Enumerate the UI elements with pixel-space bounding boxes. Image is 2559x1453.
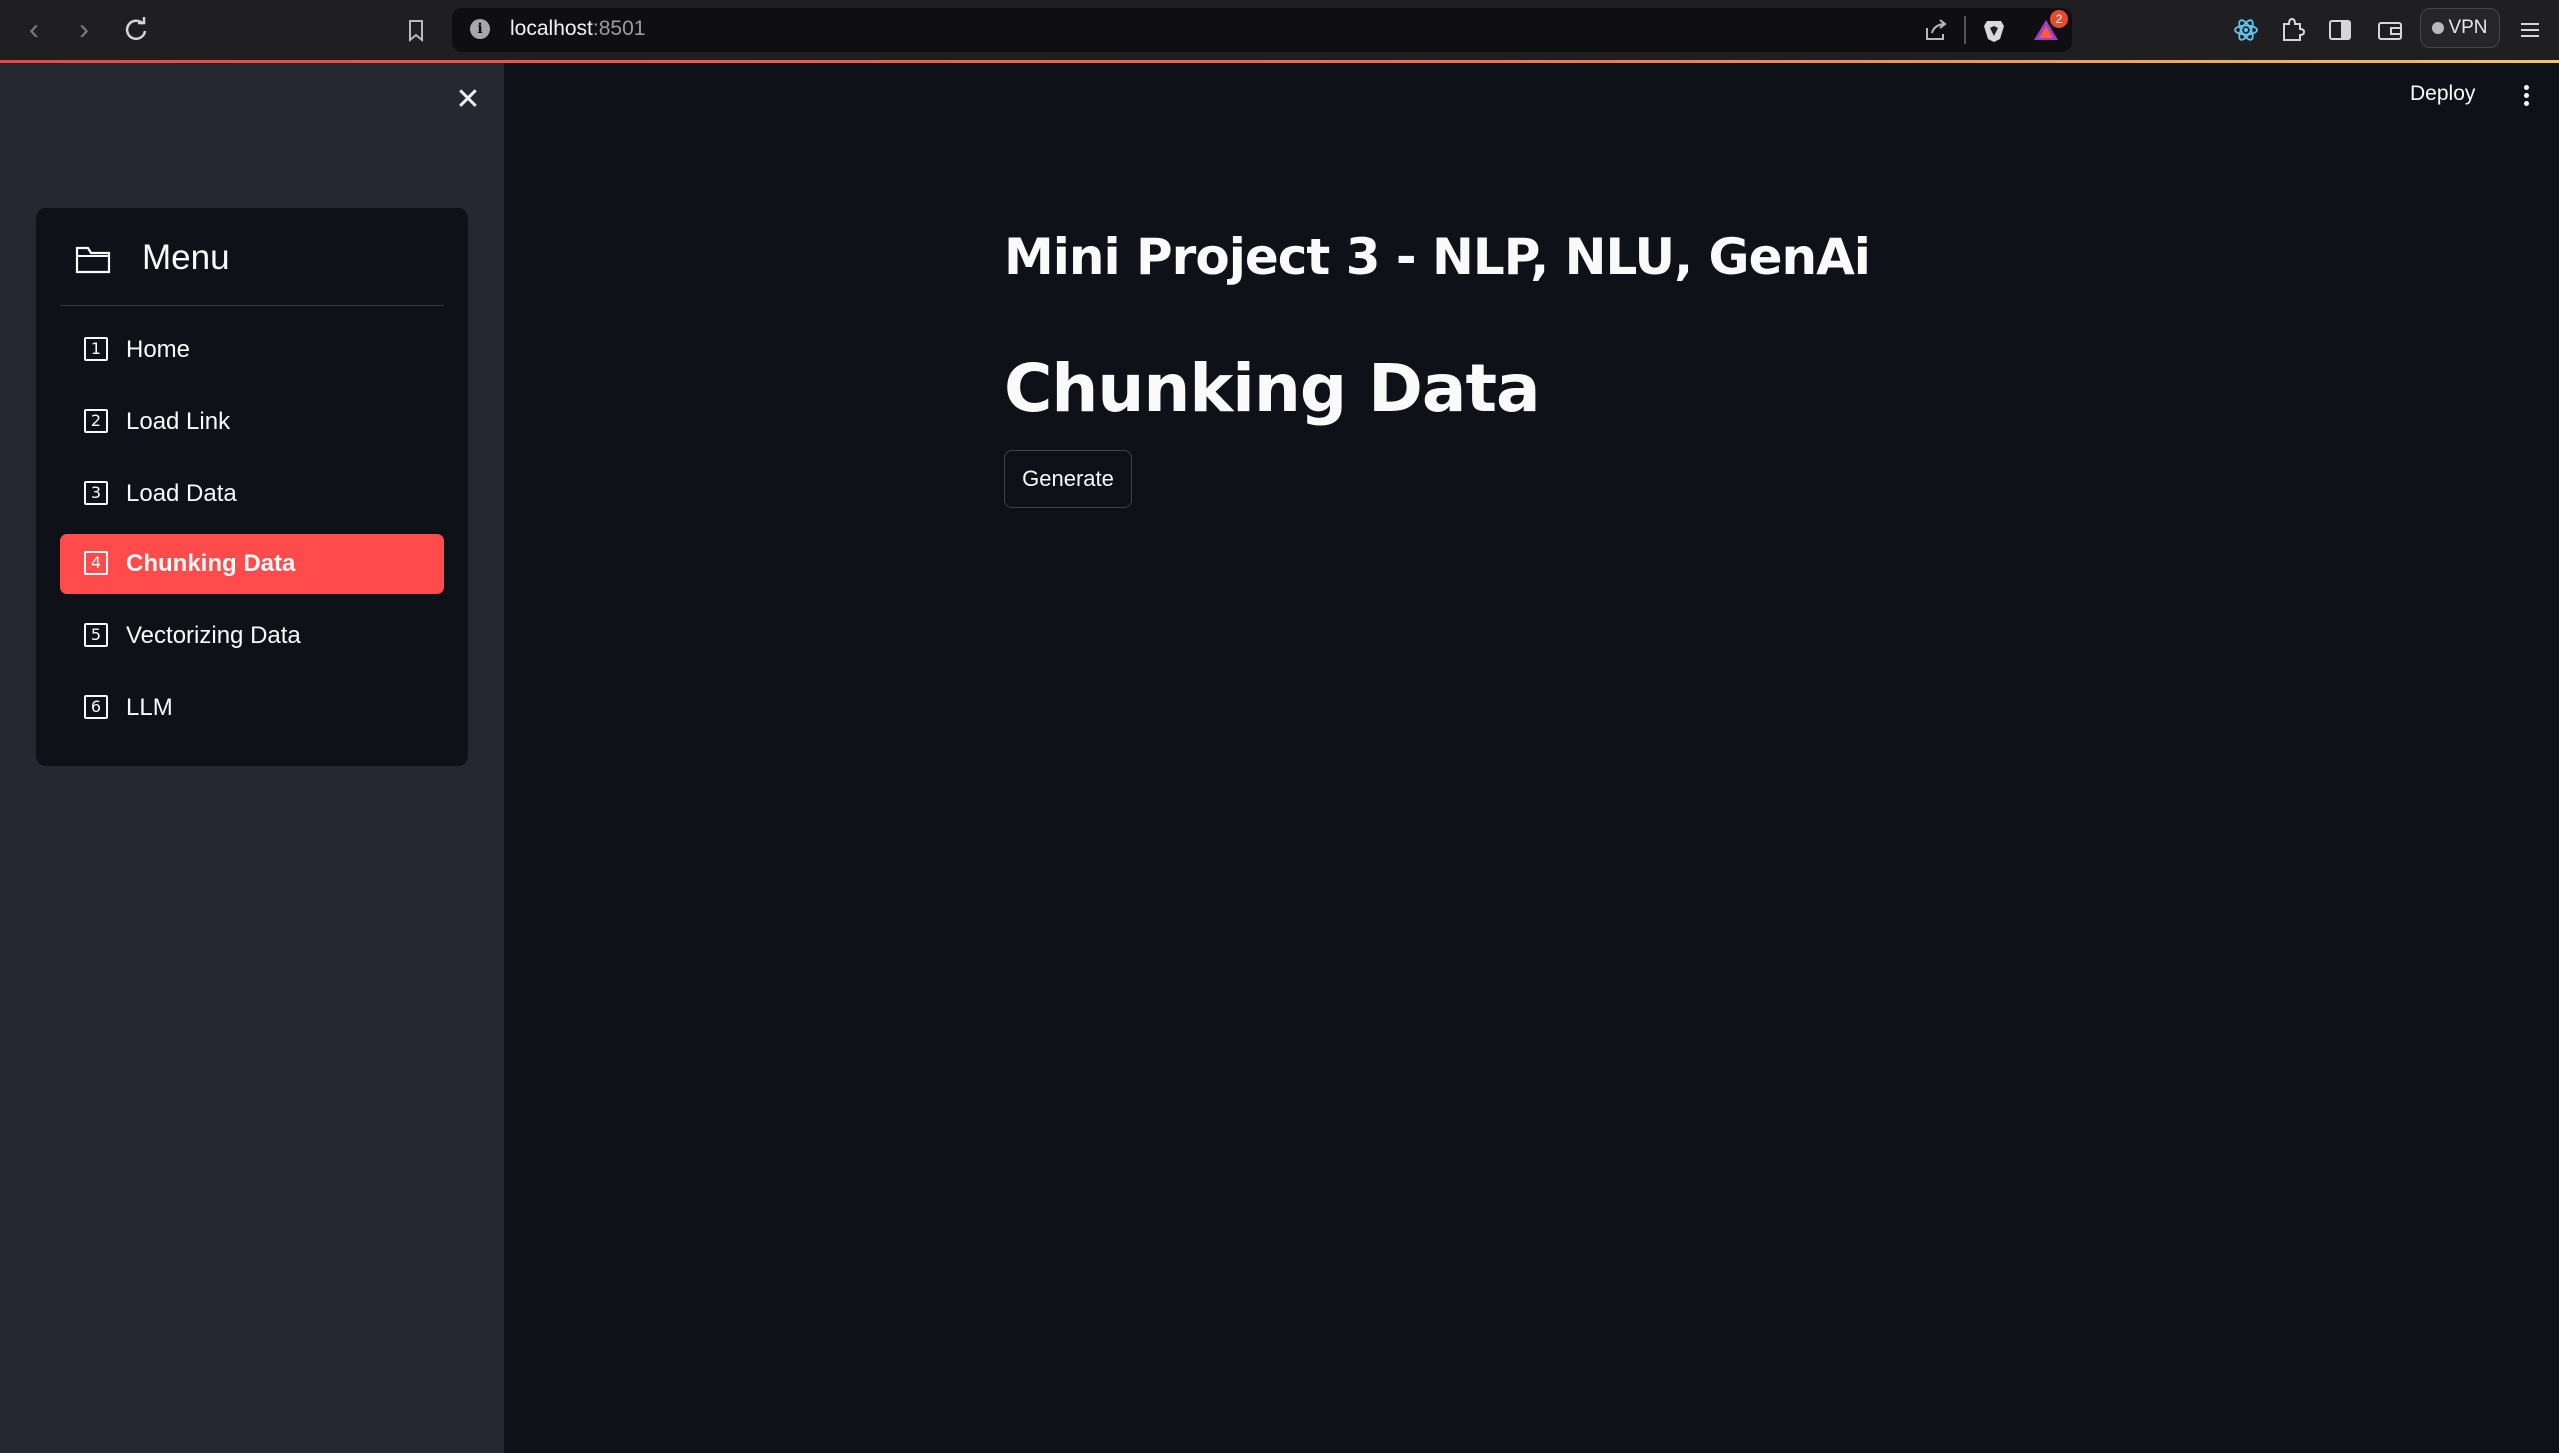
address-bar[interactable]: [452, 8, 2072, 52]
vpn-button[interactable]: VPN: [2420, 8, 2500, 48]
menu-item-label: LLM: [126, 694, 173, 721]
forward-icon[interactable]: ›: [68, 14, 100, 46]
number-6-icon: 6: [84, 695, 108, 719]
sidebar-toggle-icon[interactable]: [2324, 14, 2356, 46]
more-options-icon[interactable]: [2514, 82, 2538, 112]
bookmark-icon[interactable]: [400, 14, 432, 46]
number-4-icon: 4: [84, 551, 108, 575]
menu-item-label: Load Link: [126, 408, 231, 435]
notification-badge: 2: [2050, 10, 2068, 28]
menu-item-label: Home: [126, 336, 191, 363]
menu-card: Menu 1 Home 2 Load Link 3 Load Data 4 Ch…: [36, 208, 468, 766]
extensions-icon[interactable]: [2276, 14, 2308, 46]
number-5-icon: 5: [84, 623, 108, 647]
number-3-icon: 3: [84, 481, 108, 505]
share-icon[interactable]: [1920, 14, 1952, 46]
folder-icon: [75, 246, 111, 274]
number-2-icon: 2: [84, 409, 108, 433]
brave-shield-icon[interactable]: [1978, 14, 2010, 46]
menu-item-load-link[interactable]: 2 Load Link: [60, 392, 444, 452]
react-devtools-icon[interactable]: [2230, 14, 2262, 46]
generate-button[interactable]: Generate: [1004, 450, 1132, 508]
number-1-icon: 1: [84, 337, 108, 361]
menu-item-chunking-data[interactable]: 4 Chunking Data: [60, 534, 444, 594]
browser-menu-icon[interactable]: [2514, 14, 2546, 46]
menu-item-load-data[interactable]: 3 Load Data: [60, 464, 444, 524]
app-title: Mini Project 3 - NLP, NLU, GenAi: [1004, 228, 1871, 286]
deploy-button[interactable]: Deploy: [2410, 82, 2475, 106]
menu-item-label: Load Data: [126, 480, 237, 507]
vpn-status-icon: [2432, 22, 2445, 34]
menu-item-home[interactable]: 1 Home: [60, 320, 444, 380]
menu-item-label: Vectorizing Data: [126, 622, 301, 649]
toolbar-divider: [1964, 16, 1966, 44]
close-sidebar-icon[interactable]: ✕: [452, 84, 484, 116]
menu-item-llm[interactable]: 6 LLM: [60, 678, 444, 738]
sidebar: Menu 1 Home 2 Load Link 3 Load Data 4 Ch…: [0, 63, 504, 1453]
reload-icon[interactable]: [120, 14, 152, 46]
url-text[interactable]: localhost:8501: [510, 17, 645, 41]
wallet-icon[interactable]: [2374, 14, 2406, 46]
menu-item-label: Chunking Data: [126, 550, 296, 577]
page-title: Chunking Data: [1004, 350, 1541, 427]
menu-item-vectorizing-data[interactable]: 5 Vectorizing Data: [60, 606, 444, 666]
menu-header: Menu: [60, 234, 444, 306]
site-info-icon[interactable]: i: [470, 19, 490, 39]
back-icon[interactable]: ‹: [18, 14, 50, 46]
browser-toolbar: ‹ › i localhost:8501 2 VPN: [0, 0, 2559, 60]
menu-title: Menu: [142, 238, 230, 277]
